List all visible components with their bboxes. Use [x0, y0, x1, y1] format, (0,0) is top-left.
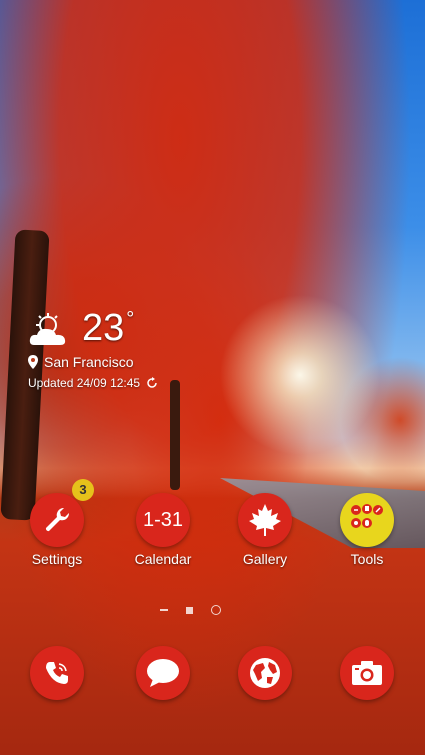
notification-badge: 3 [72, 479, 94, 501]
refresh-icon[interactable] [146, 377, 158, 389]
phone-app-icon[interactable] [30, 646, 84, 700]
app-gallery[interactable]: Gallery [225, 493, 305, 567]
degree-symbol: ° [126, 308, 135, 330]
app-label: Gallery [242, 551, 288, 567]
location-pin-icon [28, 355, 38, 369]
app-calendar[interactable]: 1-31 Calendar [123, 493, 203, 567]
calendar-app-icon[interactable]: 1-31 [136, 493, 190, 547]
updated-row: Updated 24/09 12:45 [28, 376, 158, 390]
temperature: 23 [82, 307, 125, 349]
messages-app-icon[interactable] [136, 646, 190, 700]
camera-icon [352, 661, 382, 685]
app-label: Calendar [134, 551, 192, 567]
page-indicator[interactable] [160, 605, 221, 615]
settings-app-icon[interactable]: 3 [30, 479, 94, 547]
weather-widget[interactable]: 23 ° San Francisco Updated 24/09 12:45 [28, 308, 158, 390]
gallery-app-icon[interactable] [238, 493, 292, 547]
app-label: Settings [31, 551, 83, 567]
location-name: San Francisco [44, 354, 134, 370]
folder-mini-icons [351, 504, 383, 528]
page-indicator-dot[interactable] [211, 605, 221, 615]
camera-app-icon[interactable] [340, 646, 394, 700]
chat-bubble-icon [147, 659, 179, 687]
partly-cloudy-icon [29, 313, 66, 345]
tools-folder-icon[interactable] [340, 493, 394, 547]
location-row: San Francisco [28, 354, 158, 370]
app-tools-folder[interactable]: Tools [327, 493, 407, 567]
maple-leaf-icon [249, 504, 281, 536]
page-indicator-current[interactable] [186, 606, 193, 614]
wrench-icon [45, 507, 70, 532]
page-indicator-home[interactable] [160, 609, 168, 611]
globe-icon [250, 658, 280, 688]
app-label: Tools [350, 551, 384, 567]
wallpaper-tree-trunk-small [170, 380, 180, 490]
app-settings[interactable]: 3 Settings [17, 479, 97, 567]
calendar-icon-text: 1-31 [142, 508, 184, 531]
updated-time: Updated 24/09 12:45 [28, 376, 141, 390]
phone-icon [46, 662, 68, 684]
browser-app-icon[interactable] [238, 646, 292, 700]
